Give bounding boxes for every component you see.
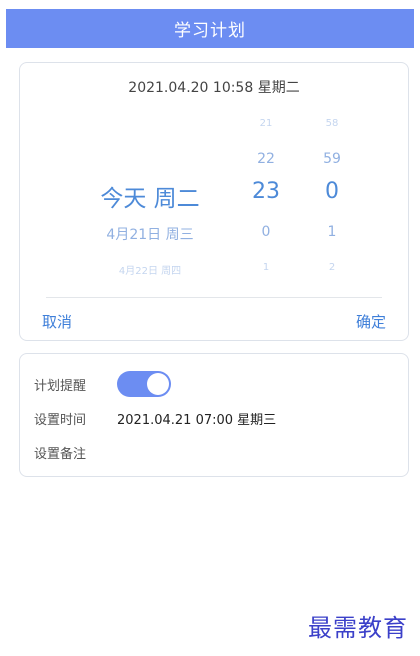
top-bar: 学习计划 [6, 9, 414, 48]
watermark-logo: 最需教育 [308, 614, 408, 642]
date-option[interactable]: 4月21日 周三 [106, 224, 193, 244]
minute-option[interactable]: 1 [328, 224, 337, 240]
page-title: 学习计划 [174, 21, 246, 41]
minute-option[interactable]: 58 [326, 118, 339, 129]
date-option-selected[interactable]: 今天 周二 [100, 179, 199, 213]
hour-option-selected[interactable]: 23 [252, 179, 280, 204]
divider [46, 297, 382, 298]
time-label: 设置时间 [34, 413, 87, 428]
minute-option[interactable]: 59 [323, 151, 341, 167]
plan-settings-card: 计划提醒 设置时间 2021.04.21 07:00 星期三 设置备注 [19, 353, 409, 477]
reminder-toggle[interactable] [117, 371, 171, 397]
date-option[interactable]: 4月22日 周四 [119, 262, 181, 277]
minute-option[interactable]: 2 [329, 262, 335, 273]
time-value[interactable]: 2021.04.21 07:00 星期三 [117, 409, 276, 428]
cancel-button[interactable]: 取消 [42, 311, 72, 332]
datetime-picker-card: 2021.04.20 10:58 星期二 今天 周二 4月21日 周三 4月22… [19, 62, 409, 341]
hour-option[interactable]: 21 [260, 118, 273, 129]
minute-option-selected[interactable]: 0 [325, 179, 339, 204]
current-datetime: 2021.04.20 10:58 星期二 [128, 80, 300, 96]
toggle-knob [147, 373, 169, 395]
confirm-button[interactable]: 确定 [356, 311, 386, 332]
reminder-label: 计划提醒 [34, 379, 87, 394]
hour-option[interactable]: 1 [263, 262, 269, 273]
hour-option[interactable]: 0 [262, 224, 271, 240]
note-label: 设置备注 [34, 447, 87, 462]
hour-option[interactable]: 22 [257, 151, 275, 167]
